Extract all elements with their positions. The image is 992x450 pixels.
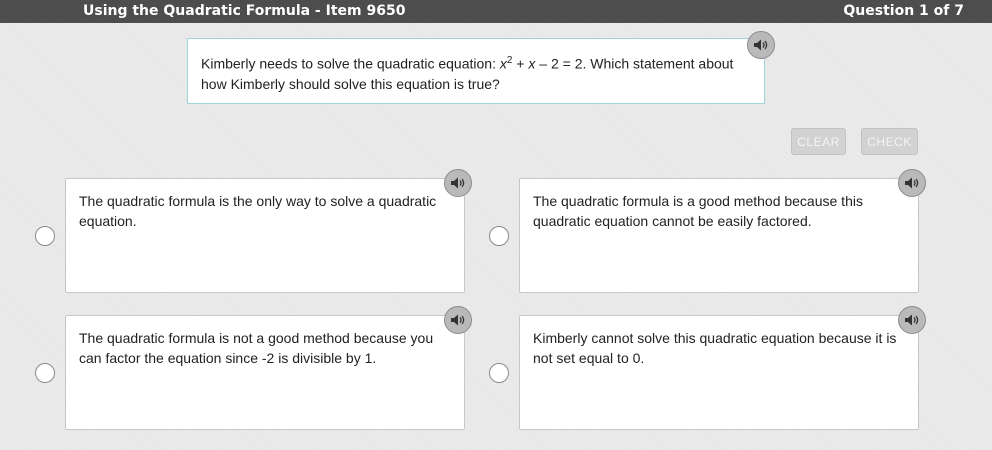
option-1-radio[interactable] [35, 226, 55, 246]
question-prompt: Kimberly needs to solve the quadratic eq… [187, 38, 765, 104]
option-2-audio-button[interactable] [898, 169, 926, 197]
option-4-audio-button[interactable] [898, 306, 926, 334]
option-2-card[interactable]: The quadratic formula is a good method b… [519, 178, 919, 293]
check-button[interactable]: CHECK [861, 128, 918, 155]
speaker-icon [451, 314, 465, 326]
option-3-card[interactable]: The quadratic formula is not a good meth… [65, 315, 465, 430]
prompt-text: Kimberly needs to solve the quadratic eq… [201, 55, 734, 92]
prompt-audio-button[interactable] [747, 31, 775, 59]
speaker-icon [451, 177, 465, 189]
option-1-audio-button[interactable] [444, 169, 472, 197]
speaker-icon [905, 177, 919, 189]
option-2-text: The quadratic formula is a good method b… [533, 193, 863, 229]
option-4-card[interactable]: Kimberly cannot solve this quadratic equ… [519, 315, 919, 430]
activity-title: Using the Quadratic Formula - Item 9650 [83, 3, 406, 19]
header-bar: Using the Quadratic Formula - Item 9650 … [0, 0, 992, 23]
speaker-icon [754, 39, 768, 51]
clear-button[interactable]: CLEAR [791, 128, 846, 155]
option-3-audio-button[interactable] [444, 306, 472, 334]
speaker-icon [905, 314, 919, 326]
question-counter: Question 1 of 7 [843, 3, 964, 19]
option-3-text: The quadratic formula is not a good meth… [79, 330, 434, 366]
option-2-radio[interactable] [489, 226, 509, 246]
option-4-text: Kimberly cannot solve this quadratic equ… [533, 330, 897, 366]
option-3-radio[interactable] [35, 363, 55, 383]
option-1-card[interactable]: The quadratic formula is the only way to… [65, 178, 465, 293]
option-1-text: The quadratic formula is the only way to… [79, 193, 437, 229]
option-4-radio[interactable] [489, 363, 509, 383]
